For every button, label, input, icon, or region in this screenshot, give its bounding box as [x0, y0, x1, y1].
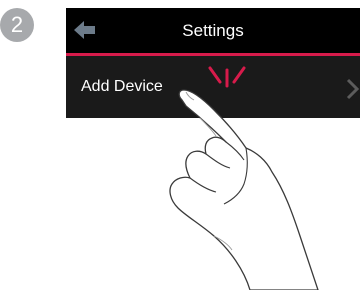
page-title: Settings [182, 21, 244, 40]
chevron-right-icon [346, 78, 360, 100]
menu-item-add-device[interactable]: Add Device [66, 56, 360, 118]
menu-item-label: Add Device [81, 78, 163, 95]
back-arrow-icon[interactable] [74, 20, 96, 40]
app-header: Settings [66, 8, 360, 53]
step-number-badge: 2 [0, 8, 34, 42]
step-number: 2 [10, 12, 24, 37]
phone-screen: Settings Add Device [66, 8, 360, 118]
